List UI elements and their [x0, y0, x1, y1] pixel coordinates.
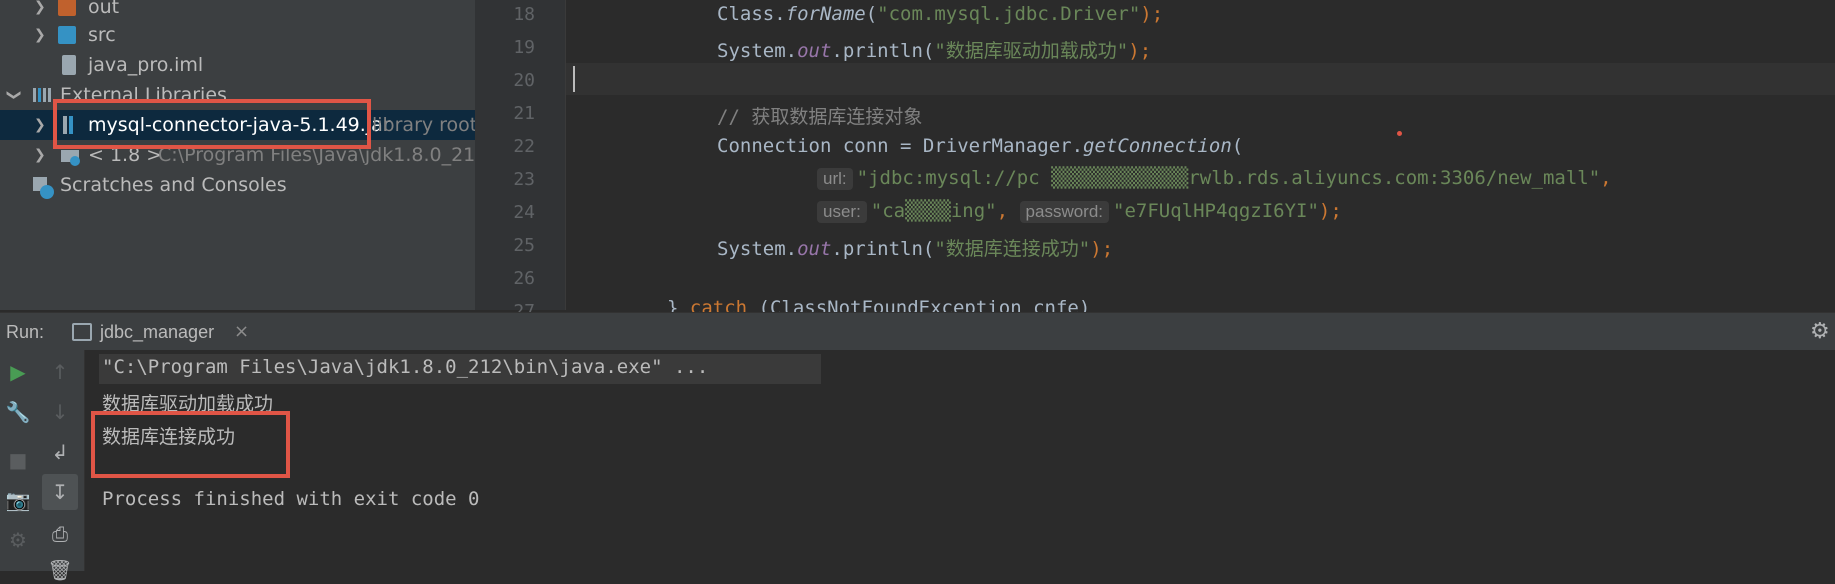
scroll-to-end-icon[interactable]: ↧	[42, 474, 78, 510]
line-number: 21	[513, 103, 535, 124]
chevron-right-icon[interactable]: ❯	[34, 117, 46, 133]
code-line-24[interactable]: user: "ca▒▒▒▒ing", password: "e7FUqlHP4qgz…	[817, 200, 1342, 223]
run-tool-header: Run: jdbc_manager × ⚙	[0, 312, 1835, 354]
arrow-down-icon[interactable]: ↓	[46, 398, 74, 426]
code-token: out	[797, 40, 832, 62]
code-string: "com.mysql.jdbc.Driver"	[877, 3, 1141, 25]
code-token: );	[1140, 3, 1164, 25]
line-number: 26	[513, 268, 535, 289]
library-icon	[32, 86, 51, 104]
run-config-icon	[72, 323, 92, 341]
code-token: );	[1090, 238, 1114, 260]
code-token: (	[865, 3, 878, 25]
close-icon[interactable]: ×	[234, 321, 249, 342]
code-line-23[interactable]: url: "jdbc:mysql://pc ▒▒▒▒▒▒▒▒▒▒▒▒rwlb.rd…	[817, 167, 1612, 190]
wrench-icon[interactable]: 🔧	[4, 398, 32, 426]
code-string: "数据库连接成功"	[934, 238, 1091, 260]
debug-icon[interactable]: ⚙	[4, 526, 32, 554]
soft-wrap-icon[interactable]: ↲	[46, 438, 74, 466]
tree-item-label: out	[88, 0, 120, 18]
stop-icon[interactable]: ■	[4, 446, 32, 474]
line-number: 24	[513, 202, 535, 223]
chevron-down-icon[interactable]: ❯	[6, 89, 22, 101]
code-token: System.	[717, 40, 798, 62]
line-number: 23	[513, 169, 535, 190]
line-number: 25	[513, 235, 535, 256]
code-token: System.	[717, 238, 798, 260]
camera-icon[interactable]: 📷	[4, 486, 32, 514]
code-token: ,	[1600, 167, 1612, 189]
parameter-hint: url:	[817, 168, 853, 190]
tree-item-out[interactable]: ❯ out	[0, 0, 475, 22]
code-line-18[interactable]: Class.forName("com.mysql.jdbc.Driver");	[717, 3, 1163, 25]
chevron-right-icon[interactable]: ❯	[34, 27, 46, 43]
tree-item-label: java_pro.iml	[88, 54, 204, 76]
run-toolbar-right: ↑ ↓ ↲ ↧ ⎙ 🗑	[36, 350, 85, 582]
code-token: Class.	[717, 3, 786, 25]
code-token: out	[797, 238, 832, 260]
code-string: "e7FUqlHP4qgzI6YI"	[1113, 200, 1319, 222]
gear-icon[interactable]: ⚙	[1810, 319, 1830, 344]
code-line-21-comment[interactable]: // 获取数据库连接对象	[717, 102, 922, 129]
current-line-highlight	[565, 63, 1835, 95]
source-folder-icon	[58, 26, 76, 44]
parameter-hint: password:	[1019, 201, 1110, 223]
code-string: "ca▒▒▒▒ing"	[870, 200, 997, 222]
code-string: "数据库驱动加载成功"	[934, 40, 1129, 62]
text-cursor	[573, 66, 575, 92]
console-command-line: "C:\Program Files\Java\jdk1.8.0_212\bin\…	[102, 356, 709, 378]
project-tree-panel: ❯ out ❯ src java_pro.iml ❯ External Libr…	[0, 0, 475, 310]
tree-item-label: Scratches and Consoles	[60, 174, 287, 196]
code-string: "jdbc:mysql://pc ▒▒▒▒▒▒▒▒▒▒▒▒rwlb.rds.al…	[856, 167, 1601, 189]
code-token: );	[1128, 40, 1152, 62]
tree-item-hint: library root	[372, 114, 475, 136]
error-dot	[1397, 131, 1402, 136]
code-token: Connection conn = DriverManager.	[717, 135, 1084, 157]
rerun-icon[interactable]: ▶	[4, 358, 32, 386]
chevron-right-icon[interactable]: ❯	[34, 0, 46, 15]
tab-jdbc-manager[interactable]: jdbc_manager ×	[56, 313, 262, 354]
code-token: .println(	[831, 40, 935, 62]
chevron-right-icon[interactable]: ❯	[34, 147, 46, 163]
line-number: 20	[513, 70, 535, 91]
line-number: 19	[513, 37, 535, 58]
tree-item-iml[interactable]: java_pro.iml	[0, 50, 475, 80]
code-line-22[interactable]: Connection conn = DriverManager.getConne…	[717, 135, 1243, 157]
line-number: 22	[513, 136, 535, 157]
code-line-25[interactable]: System.out.println("数据库连接成功");	[717, 234, 1113, 261]
parameter-hint: user:	[817, 201, 867, 223]
run-label: Run:	[6, 322, 45, 342]
tab-label: jdbc_manager	[100, 322, 215, 342]
tree-item-src[interactable]: ❯ src	[0, 20, 475, 50]
highlight-box-jar	[53, 99, 371, 149]
console-exit-line: Process finished with exit code 0	[102, 488, 480, 510]
run-toolbar-left: ▶ 🔧 ■ 📷 ⚙	[0, 350, 36, 571]
folder-icon	[58, 0, 76, 16]
tree-item-scratches[interactable]: Scratches and Consoles	[0, 170, 475, 200]
code-line-19[interactable]: System.out.println("数据库驱动加载成功");	[717, 36, 1151, 63]
scratches-icon	[32, 176, 54, 199]
code-token: forName	[785, 3, 866, 25]
trash-icon[interactable]: 🗑	[46, 556, 74, 584]
arrow-up-icon[interactable]: ↑	[46, 358, 74, 386]
file-icon	[62, 55, 76, 75]
code-token: );	[1318, 200, 1342, 222]
tree-item-label: src	[88, 24, 116, 46]
code-token: getConnection	[1083, 135, 1232, 157]
print-icon[interactable]: ⎙	[46, 520, 74, 548]
console-output[interactable]: "C:\Program Files\Java\jdk1.8.0_212\bin\…	[85, 350, 1835, 571]
code-token: .println(	[831, 238, 935, 260]
code-token: (	[1231, 135, 1244, 157]
code-token: ,	[996, 200, 1020, 222]
highlight-box-console	[91, 411, 290, 478]
gutter-divider	[565, 0, 566, 310]
line-number: 18	[513, 4, 535, 25]
